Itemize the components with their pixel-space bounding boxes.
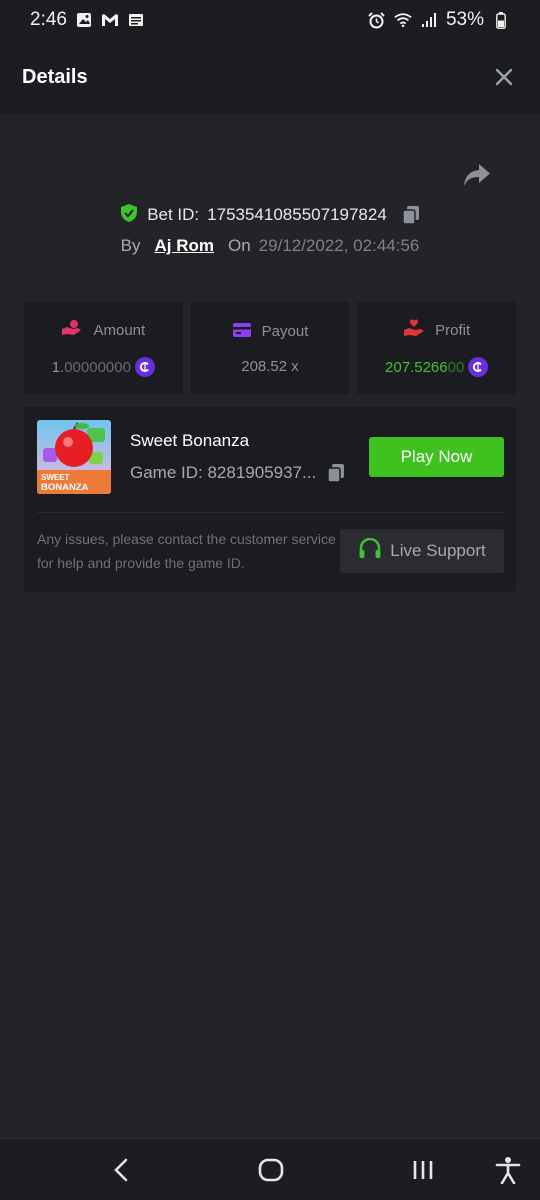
- shield-check-icon: [119, 203, 139, 228]
- wifi-icon: [394, 11, 412, 29]
- game-name[interactable]: Sweet Bonanza: [130, 431, 249, 451]
- status-time: 2:46: [30, 9, 67, 30]
- page-title: Details: [22, 65, 88, 88]
- alarm-icon: [368, 11, 386, 29]
- gmail-icon: [101, 11, 119, 29]
- image-icon: [75, 11, 93, 29]
- hand-heart-icon: [403, 319, 425, 341]
- amount-value-main: 1.: [51, 358, 65, 376]
- game-id-row: Game ID: 8281905937...: [130, 463, 346, 483]
- on-label: On: [227, 236, 251, 255]
- copy-bet-id-button[interactable]: [401, 205, 421, 225]
- hand-coins-icon: [61, 319, 83, 341]
- bet-stats: Amount 1.00000000 Payout 208.52 x Profit…: [24, 302, 517, 394]
- divider: [37, 512, 503, 513]
- amount-label: Amount: [93, 321, 146, 339]
- amount-card: Amount 1.00000000: [24, 302, 183, 394]
- profit-value-dim: 00: [447, 358, 465, 376]
- status-right: 53%: [368, 9, 510, 31]
- card-icon: [232, 322, 252, 342]
- headset-icon: [358, 537, 382, 565]
- issues-text: Any issues, please contact the customer …: [37, 531, 336, 571]
- bet-id-label: Bet ID:: [147, 205, 200, 224]
- signal-icon: [420, 11, 438, 29]
- news-icon: [127, 11, 145, 29]
- home-icon: [258, 1158, 284, 1182]
- live-support-label: Live Support: [390, 541, 486, 560]
- thumb-text-bonanza: BONANZA: [41, 482, 89, 493]
- payout-card: Payout 208.52 x: [190, 302, 350, 394]
- copy-icon: [327, 464, 345, 483]
- bet-id-value: 1753541085507197824: [207, 205, 387, 224]
- thumb-text-sweet: SWEET: [41, 473, 70, 482]
- by-label: By: [120, 236, 141, 255]
- nav-recents-button[interactable]: [408, 1155, 438, 1185]
- user-link[interactable]: Aj Rom: [154, 236, 214, 256]
- battery-icon: [492, 11, 510, 29]
- battery-percent: 53%: [445, 9, 484, 30]
- share-button[interactable]: [462, 162, 494, 192]
- nav-back-button[interactable]: [106, 1155, 136, 1185]
- amount-value-dim: 00000000: [64, 358, 131, 376]
- coin-icon: [134, 357, 155, 377]
- live-support-button[interactable]: Live Support: [340, 529, 504, 573]
- close-icon: [495, 68, 513, 86]
- nav-home-button[interactable]: [256, 1155, 286, 1185]
- close-button[interactable]: [492, 65, 516, 89]
- copy-game-id-button[interactable]: [326, 463, 346, 483]
- copy-icon: [402, 206, 419, 225]
- game-card: SWEET BONANZA Sweet Bonanza Game ID: 828…: [24, 407, 516, 592]
- game-thumbnail[interactable]: SWEET BONANZA: [37, 420, 111, 494]
- nav-accessibility-button[interactable]: [493, 1155, 523, 1185]
- status-bar: 2:46 53%: [0, 0, 540, 40]
- system-nav-bar: [0, 1138, 540, 1200]
- bet-date: 29/12/2022, 02:44:56: [258, 236, 420, 255]
- game-id-value: Game ID: 8281905937...: [130, 463, 317, 482]
- payout-value: 208.52 x: [241, 357, 299, 375]
- bet-id-row: Bet ID: 1753541085507197824: [0, 200, 540, 230]
- status-left: 2:46: [30, 9, 145, 31]
- profit-label: Profit: [435, 321, 471, 339]
- recents-icon: [413, 1161, 433, 1179]
- profit-card: Profit 207.526600: [357, 302, 517, 394]
- share-icon: [464, 164, 490, 186]
- bet-meta-row: By Aj Rom On 29/12/2022, 02:44:56: [0, 232, 540, 260]
- payout-label: Payout: [261, 323, 309, 340]
- accessibility-icon: [495, 1157, 521, 1184]
- profit-value-main: 207.5266: [385, 358, 448, 376]
- coin-icon: [468, 357, 489, 377]
- play-now-button[interactable]: Play Now: [369, 437, 504, 477]
- details-header: Details: [0, 40, 540, 114]
- back-icon: [114, 1158, 128, 1182]
